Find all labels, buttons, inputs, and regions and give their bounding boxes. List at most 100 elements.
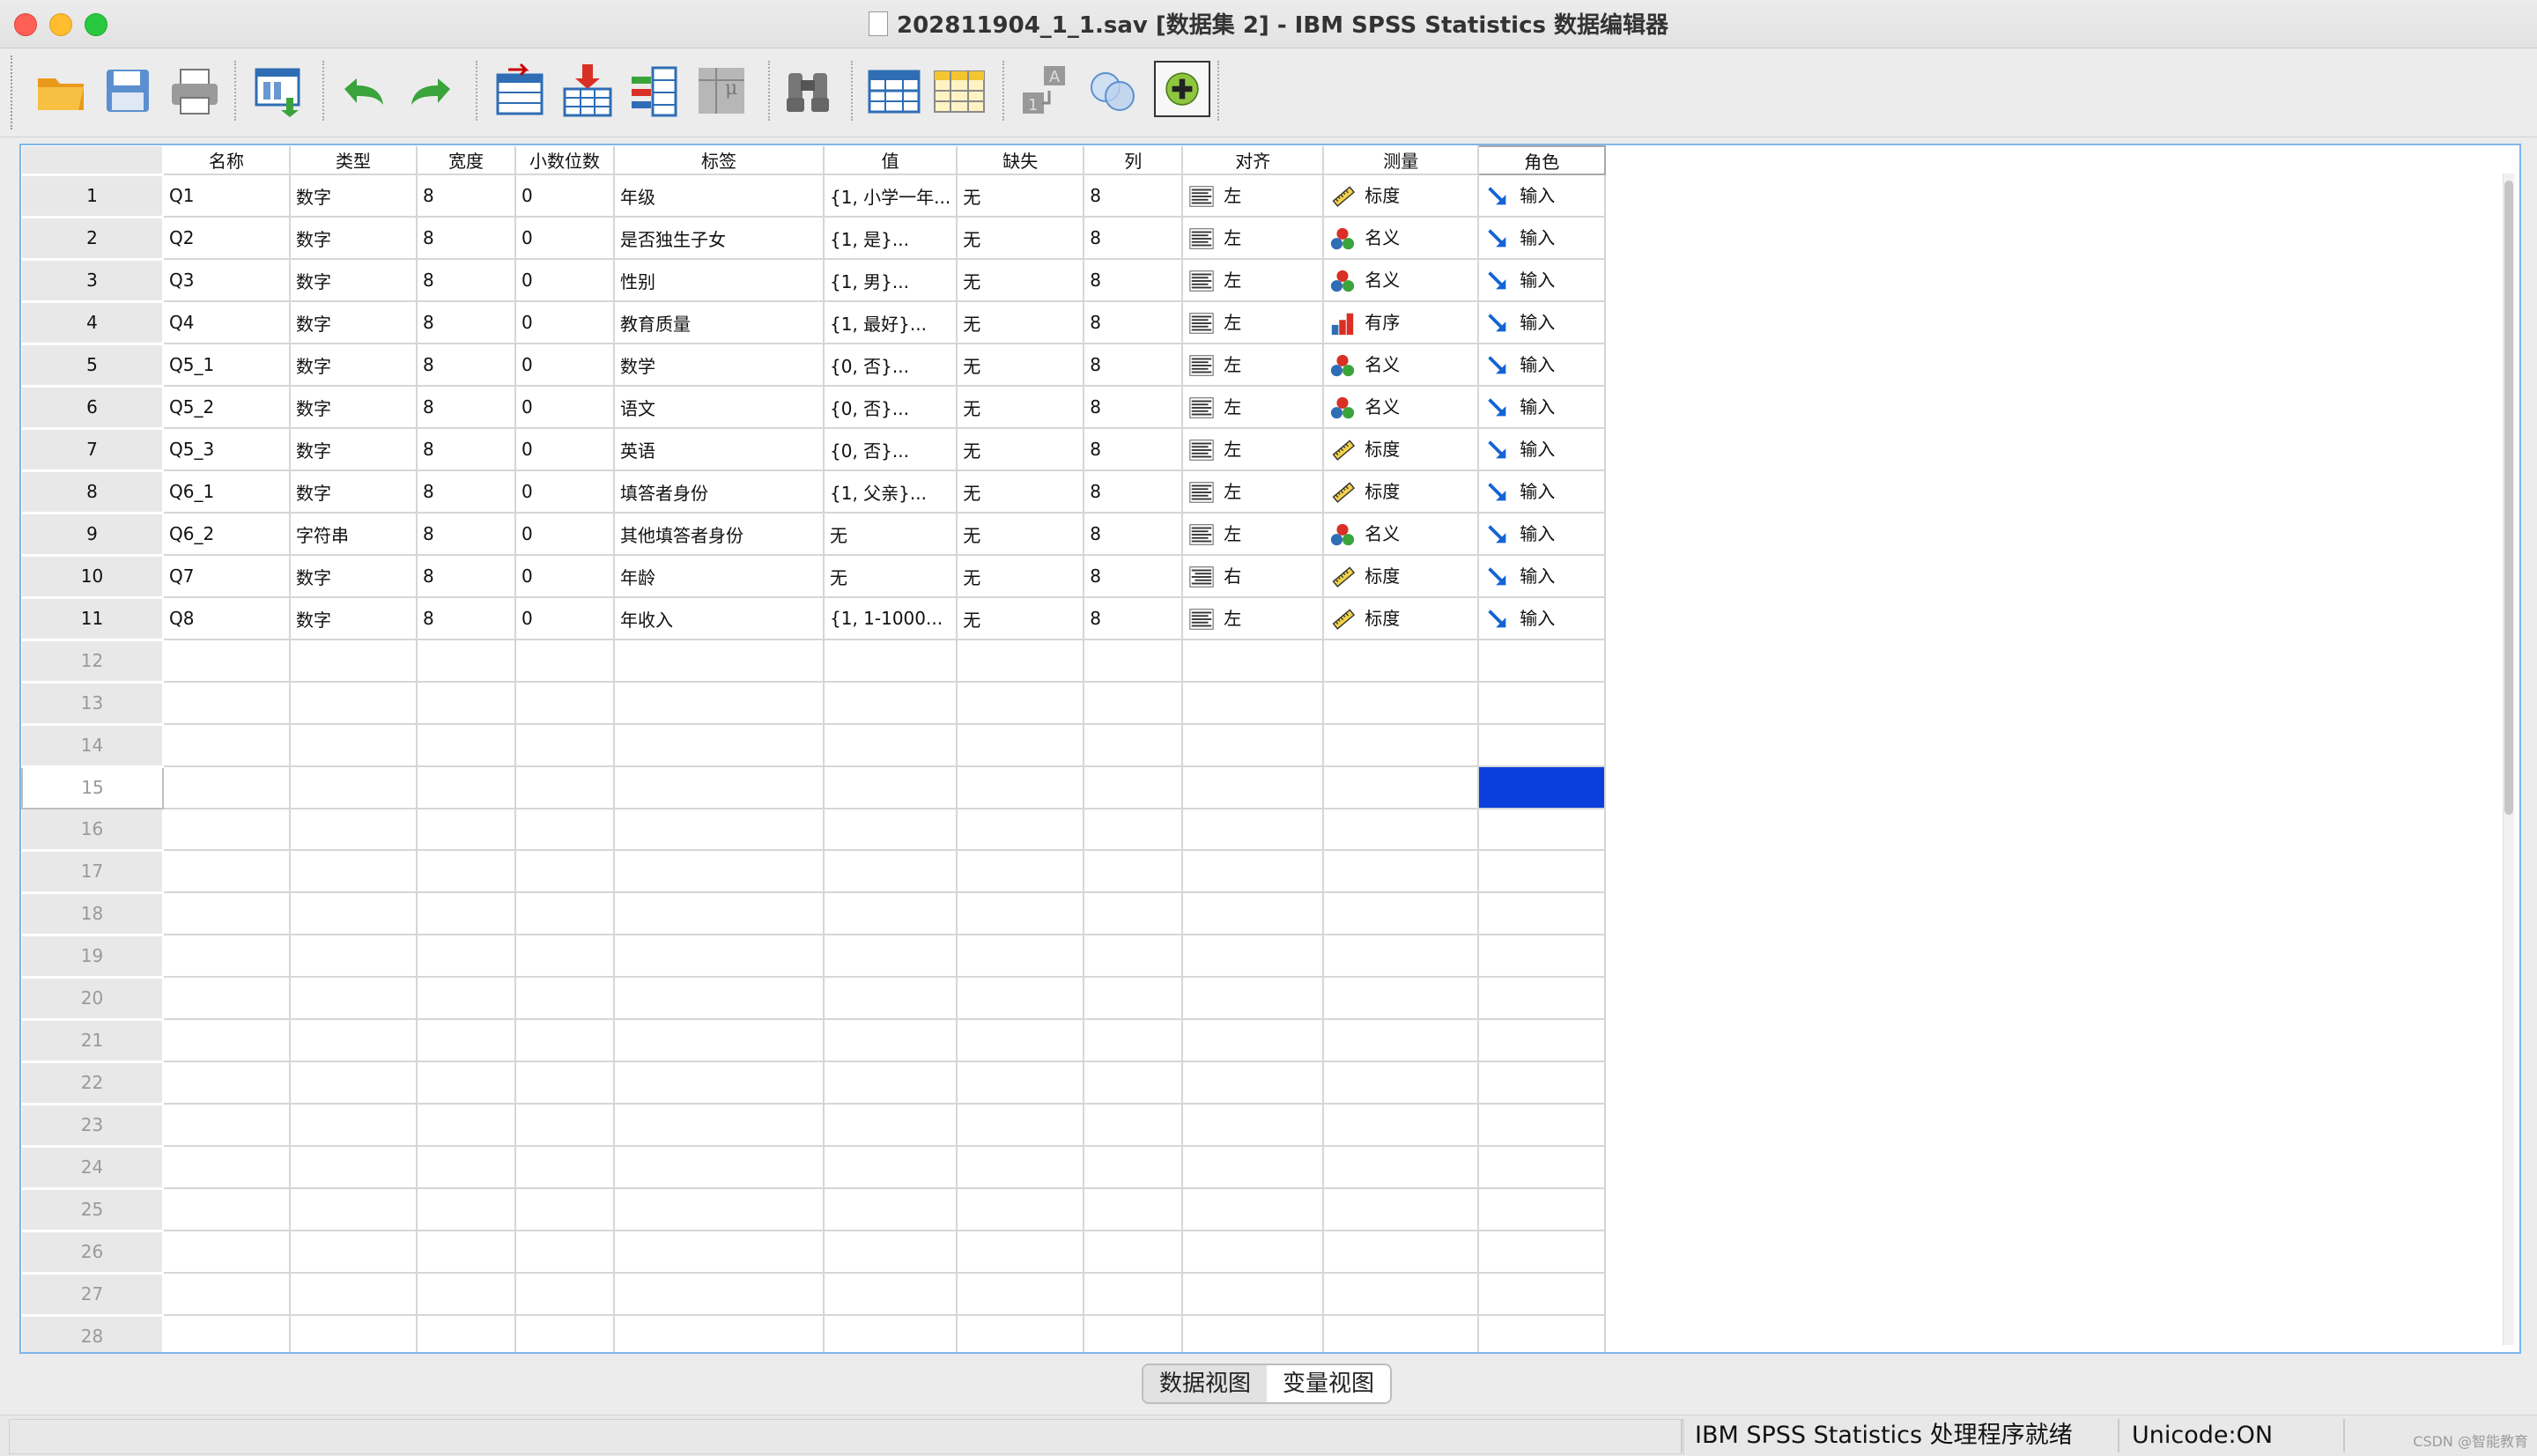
empty-cell[interactable] [1323, 892, 1480, 935]
width-cell[interactable]: 8 [417, 301, 516, 344]
empty-cell[interactable] [1323, 1231, 1480, 1274]
scrollbar-thumb[interactable] [2504, 181, 2513, 815]
insert-case-button[interactable] [557, 55, 618, 126]
columns-cell[interactable]: 8 [1084, 344, 1184, 387]
empty-cell[interactable] [1478, 977, 1607, 1020]
empty-cell[interactable] [290, 935, 418, 978]
empty-cell[interactable] [824, 892, 958, 935]
columns-cell[interactable]: 8 [1084, 174, 1184, 218]
column-header[interactable]: 类型 [290, 146, 418, 175]
missing-cell[interactable]: 无 [957, 217, 1085, 260]
row-number[interactable]: 14 [22, 724, 164, 768]
row-number[interactable]: 21 [22, 1019, 164, 1063]
empty-cell[interactable] [614, 1273, 825, 1316]
name-cell[interactable]: Q5_1 [163, 344, 291, 387]
tab-variable-view[interactable]: 变量视图 [1267, 1365, 1391, 1402]
empty-cell[interactable] [1323, 935, 1480, 978]
values-cell[interactable]: {0, 否}... [824, 386, 958, 429]
empty-cell[interactable] [417, 1019, 516, 1062]
empty-cell[interactable] [1478, 1273, 1607, 1316]
empty-cell[interactable] [1323, 1019, 1480, 1062]
empty-cell[interactable] [1478, 1019, 1607, 1062]
label-cell[interactable]: 教育质量 [614, 301, 825, 344]
empty-cell[interactable] [1182, 1146, 1325, 1189]
row-number[interactable]: 22 [22, 1061, 164, 1105]
open-file-button[interactable] [30, 55, 92, 126]
empty-cell[interactable] [290, 1146, 418, 1189]
empty-cell[interactable] [163, 1104, 291, 1147]
align-cell[interactable]: 左 [1182, 513, 1325, 556]
row-number[interactable]: 6 [22, 386, 164, 430]
label-cell[interactable]: 年收入 [614, 597, 825, 640]
empty-cell[interactable] [957, 1231, 1085, 1274]
empty-cell[interactable] [1323, 1061, 1480, 1105]
empty-cell[interactable] [614, 682, 825, 725]
empty-cell[interactable] [163, 850, 291, 893]
empty-cell[interactable] [1323, 977, 1480, 1020]
empty-cell[interactable] [163, 766, 291, 809]
row-number[interactable]: 27 [22, 1273, 164, 1317]
missing-cell[interactable]: 无 [957, 428, 1085, 471]
corner-cell[interactable] [22, 146, 164, 176]
column-header[interactable]: 列 [1084, 146, 1184, 175]
empty-cell[interactable] [163, 977, 291, 1020]
empty-cell[interactable] [1182, 682, 1325, 725]
label-cell[interactable]: 性别 [614, 259, 825, 302]
align-cell[interactable]: 左 [1182, 428, 1325, 471]
empty-cell[interactable] [1478, 639, 1607, 683]
empty-cell[interactable] [515, 1315, 615, 1352]
align-cell[interactable]: 左 [1182, 217, 1325, 260]
empty-cell[interactable] [1478, 892, 1607, 935]
empty-cell[interactable] [290, 1315, 418, 1352]
role-cell[interactable]: 输入 [1478, 555, 1607, 598]
empty-cell[interactable] [824, 977, 958, 1020]
empty-cell[interactable] [1084, 892, 1184, 935]
value-labels-button[interactable]: A1 [1015, 55, 1076, 126]
empty-cell[interactable] [1084, 1315, 1184, 1352]
empty-cell[interactable] [1084, 1188, 1184, 1231]
name-cell[interactable]: Q4 [163, 301, 291, 344]
empty-cell[interactable] [614, 639, 825, 683]
empty-cell[interactable] [1182, 935, 1325, 978]
empty-cell[interactable] [957, 682, 1085, 725]
empty-cell[interactable] [290, 977, 418, 1020]
row-number[interactable]: 1 [22, 174, 164, 218]
row-number[interactable]: 8 [22, 470, 164, 514]
decimals-cell[interactable]: 0 [515, 470, 615, 514]
empty-cell[interactable] [1084, 850, 1184, 893]
name-cell[interactable]: Q1 [163, 174, 291, 218]
empty-cell[interactable] [417, 808, 516, 851]
measure-cell[interactable]: 名义 [1323, 217, 1480, 260]
align-cell[interactable]: 右 [1182, 555, 1325, 598]
values-cell[interactable]: {1, 1-1000... [824, 597, 958, 640]
empty-cell[interactable] [1084, 1146, 1184, 1189]
empty-cell[interactable] [614, 766, 825, 809]
recall-dialog-button[interactable] [248, 55, 310, 126]
empty-cell[interactable] [290, 1019, 418, 1062]
empty-cell[interactable] [614, 850, 825, 893]
decimals-cell[interactable]: 0 [515, 344, 615, 387]
row-number[interactable]: 15 [21, 765, 164, 809]
empty-cell[interactable] [417, 1061, 516, 1105]
empty-cell[interactable] [614, 1019, 825, 1062]
missing-cell[interactable]: 无 [957, 174, 1085, 218]
empty-cell[interactable] [1323, 1273, 1480, 1316]
columns-cell[interactable]: 8 [1084, 597, 1184, 640]
empty-cell[interactable] [614, 892, 825, 935]
name-cell[interactable]: Q6_1 [163, 470, 291, 514]
label-cell[interactable]: 年级 [614, 174, 825, 218]
empty-cell[interactable] [1084, 935, 1184, 978]
empty-cell[interactable] [417, 682, 516, 725]
save-button[interactable] [97, 55, 159, 126]
values-cell[interactable]: {1, 男}... [824, 259, 958, 302]
label-cell[interactable]: 数学 [614, 344, 825, 387]
empty-cell[interactable] [1084, 1019, 1184, 1062]
missing-cell[interactable]: 无 [957, 301, 1085, 344]
empty-cell[interactable] [515, 850, 615, 893]
decimals-cell[interactable]: 0 [515, 555, 615, 598]
align-cell[interactable]: 左 [1182, 597, 1325, 640]
empty-cell[interactable] [417, 639, 516, 683]
row-number[interactable]: 3 [22, 259, 164, 303]
measure-cell[interactable]: 标度 [1323, 428, 1480, 471]
empty-cell[interactable] [163, 1019, 291, 1062]
